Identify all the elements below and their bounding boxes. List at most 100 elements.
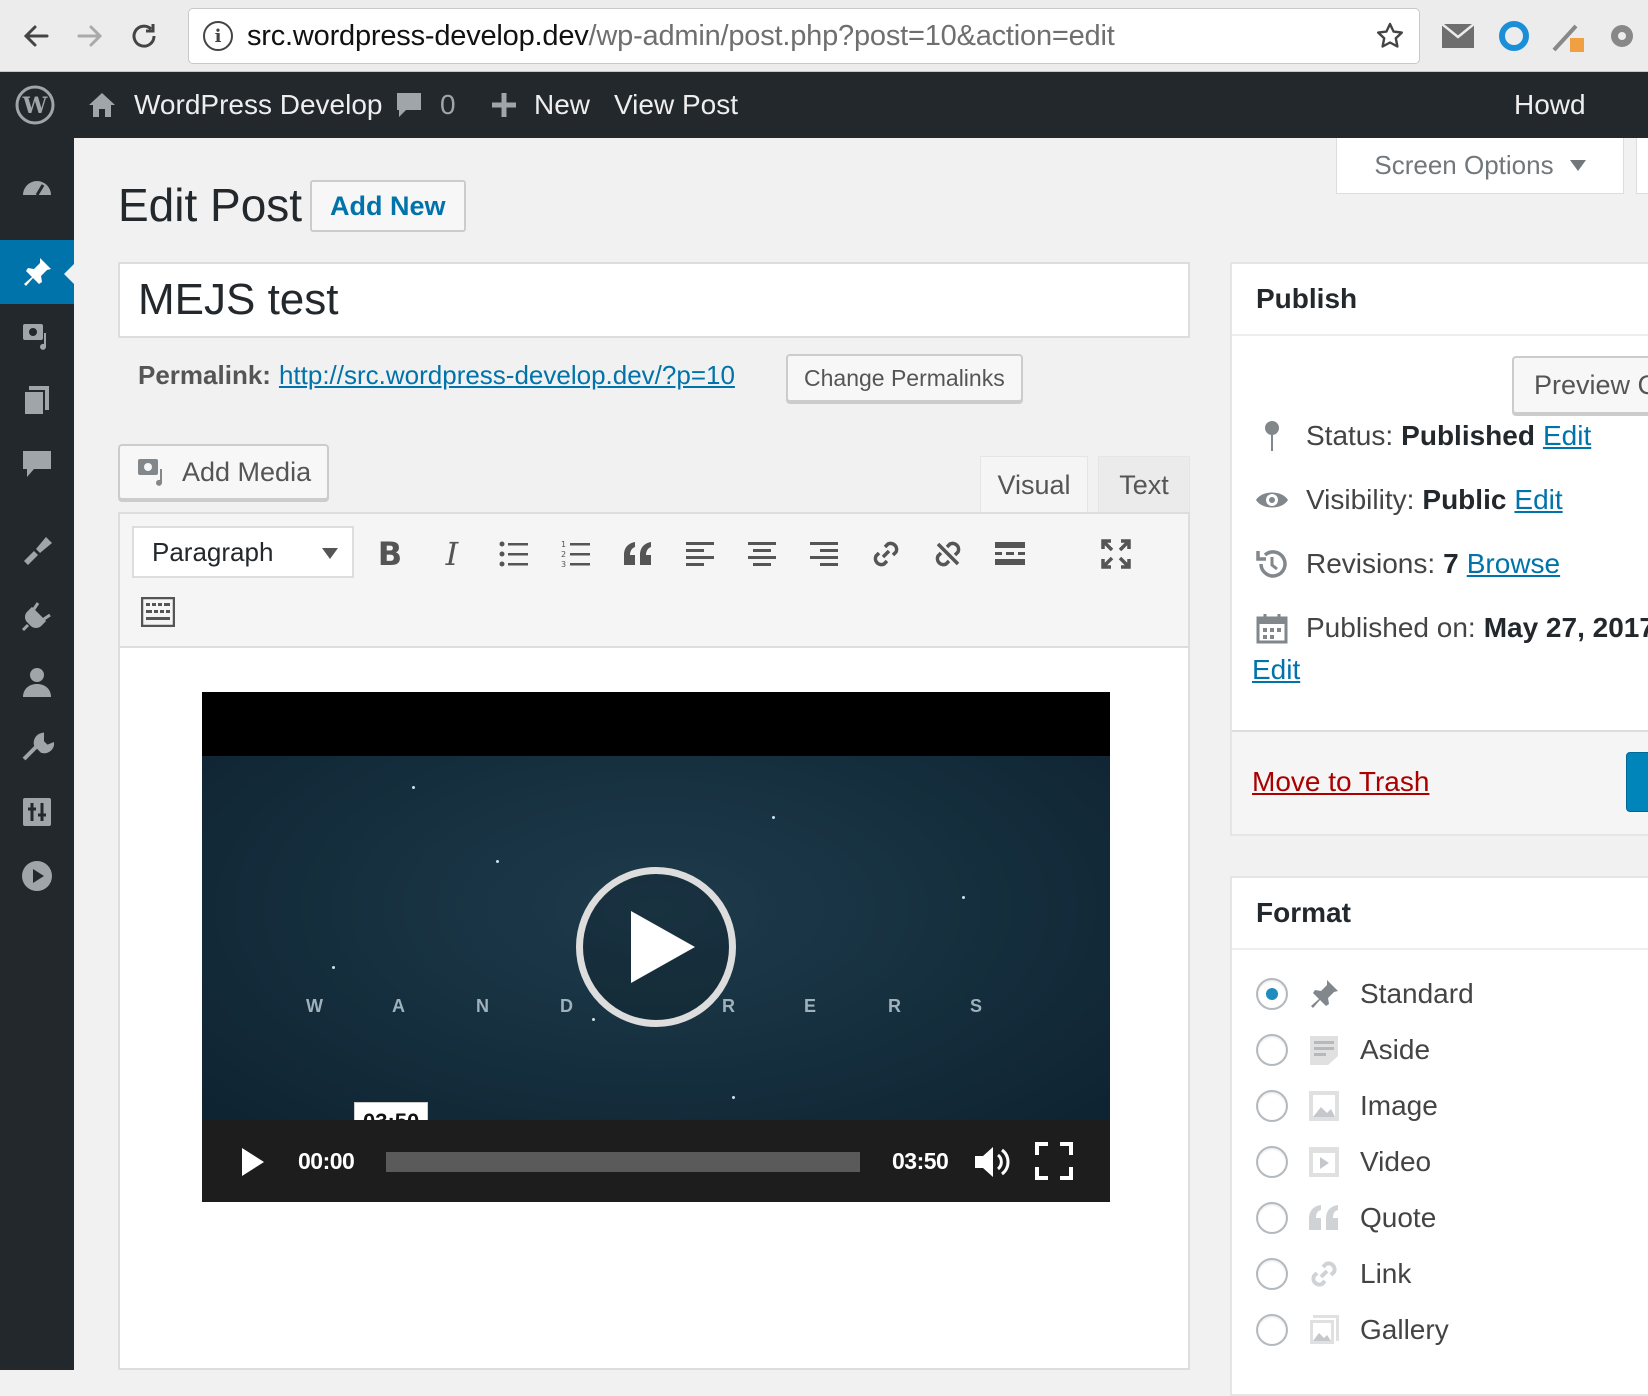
forward-arrow-icon[interactable] <box>70 16 110 56</box>
users-icon[interactable] <box>0 650 74 714</box>
read-more-icon[interactable] <box>988 532 1032 576</box>
circle-extension-icon[interactable] <box>1496 18 1532 54</box>
format-select[interactable]: Paragraph <box>132 526 354 578</box>
site-menu[interactable]: WordPress Develop <box>86 72 382 138</box>
radio-image[interactable] <box>1256 1090 1288 1122</box>
edit-date-link[interactable]: Edit <box>1252 654 1300 686</box>
view-post-link[interactable]: View Post <box>614 72 738 138</box>
move-to-trash-link[interactable]: Move to Trash <box>1252 766 1429 798</box>
format-box: Format Standard Aside Image Video Quote … <box>1230 876 1648 1396</box>
format-option-link[interactable]: Link <box>1256 1246 1411 1302</box>
align-left-icon[interactable] <box>678 532 722 576</box>
aside-icon <box>1304 1030 1344 1070</box>
posts-icon[interactable] <box>0 240 74 304</box>
tab-text[interactable]: Text <box>1098 456 1190 514</box>
url-host: src.wordpress-develop.dev <box>247 19 589 52</box>
gallery-icon <box>1304 1310 1344 1350</box>
plus-icon <box>490 91 518 119</box>
video-icon <box>1304 1142 1344 1182</box>
howdy-account-menu[interactable]: Howd <box>1514 72 1586 138</box>
pages-icon[interactable] <box>0 368 74 432</box>
reload-icon[interactable] <box>124 16 164 56</box>
volume-icon[interactable] <box>972 1142 1012 1182</box>
progress-bar[interactable] <box>386 1152 860 1172</box>
change-permalinks-button[interactable]: Change Permalinks <box>786 354 1023 402</box>
format-option-image[interactable]: Image <box>1256 1078 1438 1134</box>
screen-options-button[interactable]: Screen Options <box>1336 138 1624 194</box>
format-label: Link <box>1360 1258 1412 1289</box>
settings-icon[interactable] <box>0 780 74 844</box>
address-bar[interactable]: i src.wordpress-develop.dev/wp-admin/pos… <box>188 8 1420 64</box>
radio-standard[interactable] <box>1256 978 1288 1010</box>
mail-extension-icon[interactable] <box>1440 18 1476 54</box>
new-content-menu[interactable]: New <box>490 72 590 138</box>
comments-menu[interactable]: 0 <box>394 72 456 138</box>
browse-revisions-link[interactable]: Browse <box>1467 548 1560 580</box>
play-icon[interactable] <box>234 1144 272 1180</box>
format-option-gallery[interactable]: Gallery <box>1256 1302 1449 1358</box>
plugins-icon[interactable] <box>0 584 74 648</box>
screen-options-label: Screen Options <box>1374 150 1554 180</box>
current-time: 00:00 <box>298 1148 355 1174</box>
comment-bubble-icon <box>394 90 424 120</box>
preview-button[interactable]: Preview C <box>1512 356 1648 414</box>
dashboard-icon[interactable] <box>0 156 74 220</box>
bold-button[interactable]: B <box>368 532 412 576</box>
format-option-quote[interactable]: Quote <box>1256 1190 1436 1246</box>
wordpress-logo-icon[interactable]: W <box>14 72 56 138</box>
add-media-icon <box>136 455 170 489</box>
numbered-list-icon[interactable]: 123 <box>554 532 598 576</box>
tab-visual[interactable]: Visual <box>980 456 1088 514</box>
site-info-icon[interactable]: i <box>203 21 233 51</box>
radio-video[interactable] <box>1256 1146 1288 1178</box>
tools-icon[interactable] <box>0 716 74 780</box>
url-text: src.wordpress-develop.dev/wp-admin/post.… <box>247 20 1115 53</box>
big-play-button[interactable] <box>576 867 736 1027</box>
link-icon <box>1304 1254 1344 1294</box>
bookmark-star-icon[interactable] <box>1375 21 1405 51</box>
align-right-icon[interactable] <box>802 532 846 576</box>
radio-aside[interactable] <box>1256 1034 1288 1066</box>
italic-button[interactable]: I <box>430 532 474 576</box>
content-editor[interactable]: Paragraph B I 123 W A N D R E R S 00:00 … <box>118 512 1190 1370</box>
media-icon[interactable] <box>0 304 74 368</box>
radio-gallery[interactable] <box>1256 1314 1288 1346</box>
dropper-extension-icon[interactable] <box>1550 18 1586 54</box>
fullscreen-icon[interactable] <box>1094 532 1138 576</box>
published-on-value: May 27, 2017 <box>1483 612 1648 643</box>
page-title: Edit Post <box>118 179 303 231</box>
format-option-standard[interactable]: Standard <box>1256 966 1474 1022</box>
post-title-input[interactable]: MEJS test <box>118 262 1190 338</box>
settings-extension-icon[interactable] <box>1604 18 1640 54</box>
edit-status-link[interactable]: Edit <box>1543 420 1591 452</box>
align-center-icon[interactable] <box>740 532 784 576</box>
format-heading: Format <box>1232 878 1648 950</box>
unlink-icon[interactable] <box>926 532 970 576</box>
status-value: Published <box>1401 420 1535 451</box>
play-circle-icon[interactable] <box>0 844 74 908</box>
help-tab[interactable] <box>1636 138 1648 194</box>
edit-visibility-link[interactable]: Edit <box>1514 484 1562 516</box>
insert-link-icon[interactable] <box>864 532 908 576</box>
format-option-aside[interactable]: Aside <box>1256 1022 1430 1078</box>
format-option-video[interactable]: Video <box>1256 1134 1431 1190</box>
update-button[interactable] <box>1626 752 1648 812</box>
video-player[interactable]: W A N D R E R S 03:50 00:00 03:50 <box>202 692 1110 1202</box>
radio-link[interactable] <box>1256 1258 1288 1290</box>
revisions-value: 7 <box>1443 548 1459 579</box>
svg-text:3: 3 <box>561 560 566 568</box>
appearance-icon[interactable] <box>0 518 74 582</box>
back-arrow-icon[interactable] <box>16 16 56 56</box>
fullscreen-video-icon[interactable] <box>1034 1140 1074 1182</box>
blockquote-icon[interactable] <box>616 532 660 576</box>
add-new-button[interactable]: Add New <box>310 180 466 232</box>
publishing-actions: Move to Trash <box>1232 730 1648 834</box>
bullet-list-icon[interactable] <box>492 532 536 576</box>
comments-icon[interactable] <box>0 432 74 496</box>
format-label: Video <box>1360 1146 1432 1177</box>
permalink-url-link[interactable]: http://src.wordpress-develop.dev/?p=10 <box>279 360 735 391</box>
radio-quote[interactable] <box>1256 1202 1288 1234</box>
toolbar-toggle-icon[interactable] <box>136 590 180 634</box>
format-label: Gallery <box>1360 1314 1449 1345</box>
add-media-button[interactable]: Add Media <box>118 444 330 500</box>
